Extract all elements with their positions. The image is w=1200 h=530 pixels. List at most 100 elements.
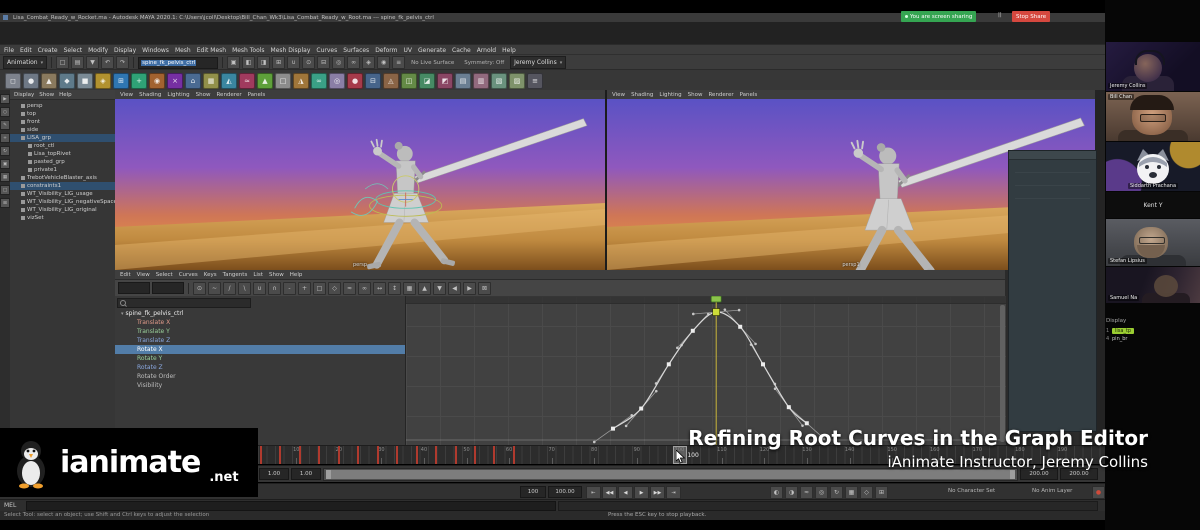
floating-panel-header[interactable] — [1009, 151, 1096, 160]
shelf-icon-9[interactable]: ◉ — [149, 72, 165, 89]
floating-panel[interactable] — [1008, 150, 1097, 432]
keyframe[interactable] — [611, 426, 615, 431]
ge-tool-icon-1[interactable]: ⊙ — [193, 281, 206, 295]
ge-channel-rotate-z[interactable]: Rotate Z — [115, 363, 405, 372]
menu-create[interactable]: Create — [38, 47, 58, 54]
keyframe-tick[interactable] — [512, 446, 515, 464]
tangent-end[interactable] — [592, 440, 596, 444]
outliner-item-front[interactable]: front — [10, 118, 115, 126]
menu-display[interactable]: Display — [114, 47, 136, 54]
paint-select-tool-icon[interactable]: ✎ — [0, 120, 10, 130]
outliner-item-side[interactable]: side — [10, 126, 115, 134]
panel-menu-show[interactable]: Show — [196, 92, 211, 98]
menu-curves[interactable]: Curves — [316, 47, 337, 54]
outliner-item-constraints1[interactable]: constraints1 — [10, 182, 115, 190]
tangent-end[interactable] — [723, 308, 727, 311]
render-icon[interactable]: ◈ — [362, 56, 376, 69]
tangent-end[interactable] — [654, 389, 658, 393]
ge-tool-icon-6[interactable]: ∩ — [268, 281, 281, 295]
ge-tool-icon-15[interactable]: ▦ — [403, 281, 416, 295]
panel-menu-panels[interactable]: Panels — [740, 92, 758, 98]
participant-tile-kent[interactable]: Kent Y — [1106, 192, 1200, 218]
shelf-icon-6[interactable]: ◈ — [95, 72, 111, 89]
select-by-name-input[interactable]: spine_fk_pelvis_ctrl — [138, 56, 219, 69]
layer-row[interactable]: 1 lisa_tp — [1106, 328, 1176, 334]
ge-search-input[interactable] — [117, 298, 251, 308]
make-live-icon[interactable]: ◎ — [332, 56, 346, 69]
ge-tool-icon-2[interactable]: ~ — [208, 281, 221, 295]
select-hierarchy-icon[interactable]: ▣ — [227, 56, 241, 69]
shelf-icon-4[interactable]: ◆ — [59, 72, 75, 89]
menu-cache[interactable]: Cache — [452, 47, 471, 54]
layout-single-pane-icon[interactable]: □ — [0, 185, 10, 195]
playback-option-icon-8[interactable]: ⊞ — [875, 486, 888, 499]
playback-option-icon-3[interactable]: ≈ — [800, 486, 813, 499]
ge-tool-icon-8[interactable]: + — [298, 281, 311, 295]
menu-windows[interactable]: Windows — [142, 47, 169, 54]
menu-edit-mesh[interactable]: Edit Mesh — [197, 47, 226, 54]
participant-tile-bill[interactable]: Bill Chan — [1106, 92, 1200, 141]
playback-option-icon-2[interactable]: ◑ — [785, 486, 798, 499]
open-scene-icon[interactable]: ▤ — [71, 56, 85, 69]
playback-option-icon-4[interactable]: ◎ — [815, 486, 828, 499]
menu-file[interactable]: File — [4, 47, 14, 54]
ge-root-node[interactable]: ▾ spine_fk_pelvis_ctrl — [115, 309, 405, 318]
shelf-icon-21[interactable]: ⊟ — [365, 72, 381, 89]
ge-channel-translate-y[interactable]: Translate Y — [115, 327, 405, 336]
ge-stat-value-field[interactable] — [152, 282, 184, 294]
range-slider-bar[interactable] — [326, 470, 1015, 479]
snap-plane-icon[interactable]: ⊟ — [317, 56, 331, 69]
playback-option-icon-7[interactable]: ◇ — [860, 486, 873, 499]
layer-row[interactable]: 4 pin_br — [1106, 336, 1176, 342]
keyframe[interactable] — [690, 328, 695, 333]
panel-menu-renderer[interactable]: Renderer — [708, 92, 733, 98]
ge-channel-rotate-order[interactable]: Rotate Order — [115, 372, 405, 381]
new-scene-icon[interactable]: □ — [56, 56, 70, 69]
select-object-icon[interactable]: ◧ — [242, 56, 256, 69]
keyframe-tick[interactable] — [318, 446, 321, 464]
viewport-left[interactable]: View Shading Lighting Show Renderer Panels pe… — [115, 90, 605, 270]
shelf-icon-22[interactable]: ◬ — [383, 72, 399, 89]
construction-history-icon[interactable]: ∞ — [347, 56, 361, 69]
keyframe-tick[interactable] — [376, 446, 379, 464]
shelf-icon-27[interactable]: ▥ — [473, 72, 489, 89]
keyframe-tick[interactable] — [415, 446, 418, 464]
shelf-icon-14[interactable]: ≈ — [239, 72, 255, 89]
participant-tile-stefan[interactable]: Stefan Lipsius — [1106, 219, 1200, 266]
render-settings-icon[interactable]: ≡ — [392, 56, 406, 69]
playback-start-field[interactable]: 1.00 — [291, 468, 321, 480]
step-back-button[interactable]: ◀ — [618, 486, 633, 499]
ge-menu-curves[interactable]: Curves — [179, 272, 198, 278]
stop-share-button[interactable]: Stop Share — [1012, 11, 1051, 22]
go-to-start-button[interactable]: ⇤ — [586, 486, 601, 499]
menu-surfaces[interactable]: Surfaces — [343, 47, 369, 54]
keyframe-tick[interactable] — [279, 446, 282, 464]
selected-keyframe[interactable] — [712, 308, 721, 316]
shelf-icon-20[interactable]: ● — [347, 72, 363, 89]
menu-select[interactable]: Select — [64, 47, 83, 54]
undo-icon[interactable]: ↶ — [101, 56, 115, 69]
ge-tool-icon-14[interactable]: ↕ — [388, 281, 401, 295]
tangent-end[interactable] — [691, 312, 695, 316]
play-forward-button[interactable]: ▶ — [634, 486, 649, 499]
shelf-icon-16[interactable]: □ — [275, 72, 291, 89]
layout-four-pane-icon[interactable]: ⊞ — [0, 198, 10, 208]
ge-graph-area[interactable] — [406, 296, 1006, 445]
menu-arnold[interactable]: Arnold — [477, 47, 496, 54]
keyframe-tick[interactable] — [357, 446, 360, 464]
ge-tool-icon-4[interactable]: \ — [238, 281, 251, 295]
save-scene-icon[interactable]: ▼ — [86, 56, 100, 69]
keyframe[interactable] — [786, 405, 791, 410]
menu-uv[interactable]: UV — [404, 47, 413, 54]
menu-mesh-tools[interactable]: Mesh Tools — [232, 47, 264, 54]
shelf-icon-13[interactable]: ◭ — [221, 72, 237, 89]
current-frame-decimal-field[interactable]: 100.00 — [548, 486, 582, 498]
rotate-tool-icon[interactable]: ↻ — [0, 146, 10, 156]
ge-tool-icon-3[interactable]: / — [223, 281, 236, 295]
ge-menu-keys[interactable]: Keys — [204, 272, 217, 278]
outliner-item-wt-visibility-lig-usage[interactable]: WT_Visibility_LIG_usage — [10, 190, 115, 198]
tangent-end[interactable] — [676, 346, 679, 350]
ge-tool-icon-13[interactable]: ↔ — [373, 281, 386, 295]
anim-layer-dropdown[interactable]: No Anim Layer — [1032, 488, 1072, 494]
auto-key-toggle[interactable]: ● — [1092, 486, 1105, 499]
